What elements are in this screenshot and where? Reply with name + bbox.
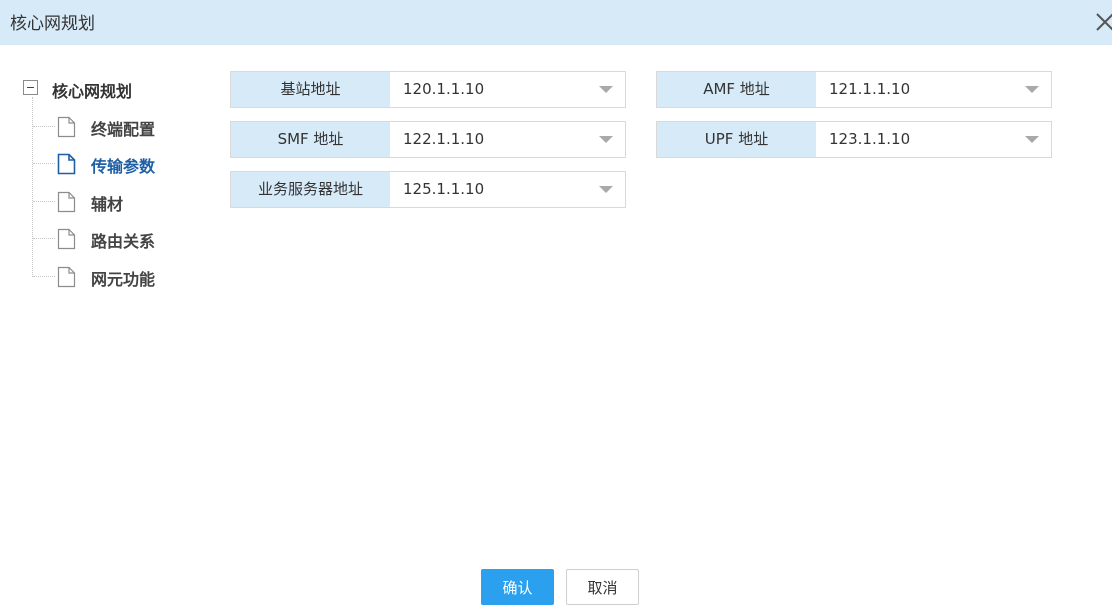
dialog-title: 核心网规划 [10, 14, 95, 34]
tree-connector [33, 163, 55, 164]
field-label: SMF 地址 [231, 122, 390, 157]
tree-connector [33, 276, 55, 277]
service-server-address-select[interactable]: 业务服务器地址 125.1.1.10 [230, 171, 626, 208]
tree-connector [33, 238, 55, 239]
field-value: 125.1.1.10 [403, 180, 485, 198]
field-label: 业务服务器地址 [231, 172, 390, 207]
tree-item-label: 终端配置 [91, 120, 156, 139]
field-label: AMF 地址 [657, 72, 816, 107]
field-label: 基站地址 [231, 72, 390, 107]
document-icon [57, 191, 76, 213]
document-icon [57, 153, 76, 175]
tree-connector [32, 97, 33, 277]
tree-root-label[interactable]: 核心网规划 [52, 78, 132, 102]
field-value: 121.1.1.10 [829, 80, 911, 98]
field-value: 120.1.1.10 [403, 80, 485, 98]
collapse-toggle-icon[interactable] [23, 80, 38, 95]
tree-item-label: 路由关系 [91, 232, 156, 251]
navigation-tree: 核心网规划 终端配置 传输参数 辅材 路由关系 网元功能 [0, 45, 220, 345]
chevron-down-icon[interactable] [1025, 136, 1039, 143]
document-icon [57, 266, 76, 288]
dialog-title-bar: 核心网规划 [0, 0, 1112, 45]
chevron-down-icon[interactable] [599, 86, 613, 93]
confirm-button[interactable]: 确认 [481, 569, 554, 605]
tree-item-materials[interactable]: 辅材 [57, 190, 207, 214]
tree-item-label: 网元功能 [91, 270, 156, 289]
tree-item-terminal-config[interactable]: 终端配置 [57, 115, 207, 139]
chevron-down-icon[interactable] [1025, 86, 1039, 93]
chevron-down-icon[interactable] [599, 136, 613, 143]
tree-item-transport-params[interactable]: 传输参数 [57, 152, 207, 176]
close-icon[interactable] [1094, 11, 1112, 33]
amf-address-select[interactable]: AMF 地址 121.1.1.10 [656, 71, 1052, 108]
tree-connector [33, 126, 55, 127]
cancel-button[interactable]: 取消 [566, 569, 639, 605]
base-station-address-select[interactable]: 基站地址 120.1.1.10 [230, 71, 626, 108]
tree-item-ne-functions[interactable]: 网元功能 [57, 265, 207, 289]
tree-connector [33, 201, 55, 202]
document-icon [57, 116, 76, 138]
field-label: UPF 地址 [657, 122, 816, 157]
smf-address-select[interactable]: SMF 地址 122.1.1.10 [230, 121, 626, 158]
document-icon [57, 228, 76, 250]
tree-item-label: 辅材 [91, 195, 124, 214]
tree-item-label: 传输参数 [91, 157, 156, 176]
upf-address-select[interactable]: UPF 地址 123.1.1.10 [656, 121, 1052, 158]
field-value: 123.1.1.10 [829, 130, 911, 148]
chevron-down-icon[interactable] [599, 186, 613, 193]
tree-item-routing[interactable]: 路由关系 [57, 227, 207, 251]
field-value: 122.1.1.10 [403, 130, 485, 148]
